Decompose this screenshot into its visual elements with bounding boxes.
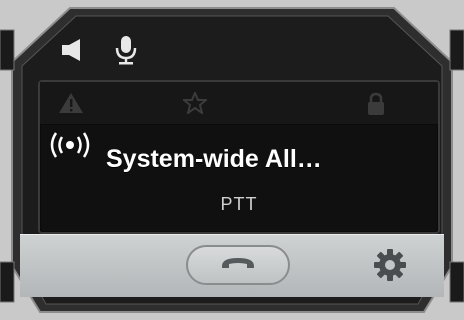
- broadcast-icon: [48, 132, 92, 163]
- microphone-icon[interactable]: [114, 35, 138, 65]
- alert-subtitle: PTT: [220, 194, 258, 214]
- top-icon-bar: [60, 30, 138, 70]
- settings-button[interactable]: [372, 248, 408, 287]
- warning-icon: [58, 92, 84, 119]
- star-icon: [181, 90, 209, 119]
- display-screen: System-wide All… PTT: [38, 80, 440, 234]
- status-strip: [40, 82, 438, 125]
- speaker-icon[interactable]: [60, 39, 88, 61]
- end-call-button[interactable]: [186, 245, 290, 285]
- lock-icon: [366, 92, 386, 121]
- gear-icon: [373, 248, 407, 287]
- control-bar: [20, 234, 444, 297]
- handset-icon: [219, 255, 257, 276]
- alert-title: System-wide All…: [106, 145, 322, 173]
